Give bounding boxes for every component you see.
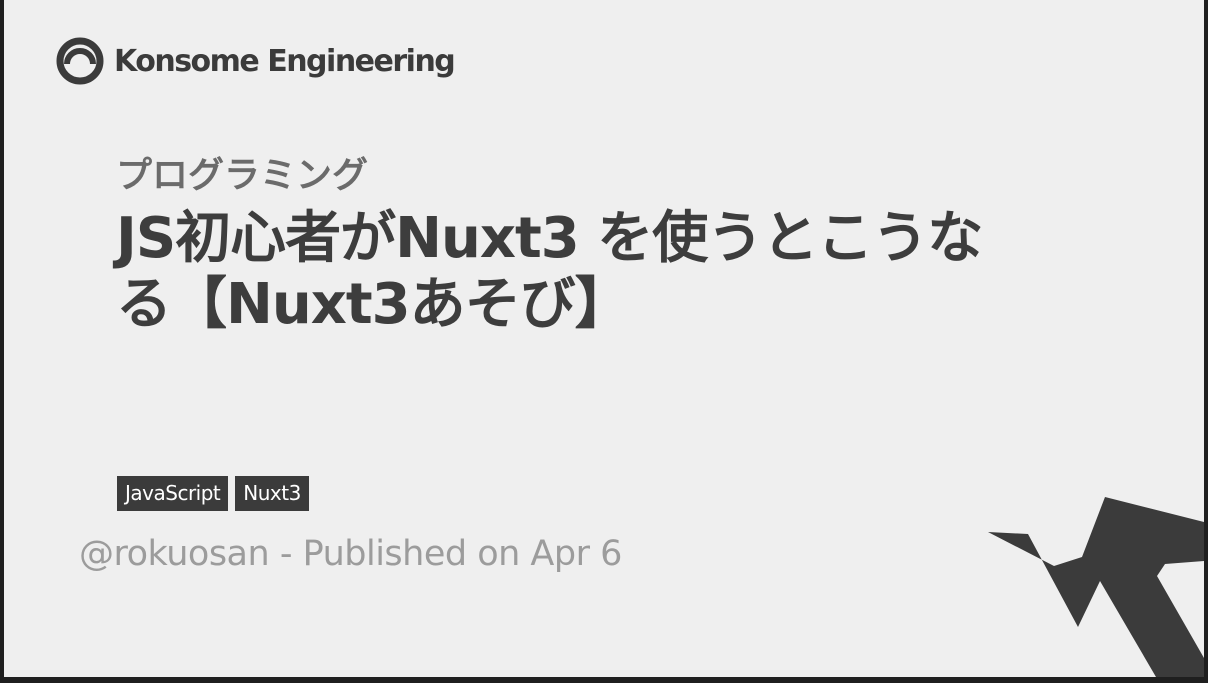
tag-nuxt3[interactable]: Nuxt3 [235, 476, 309, 511]
published-date: Published on Apr 6 [302, 534, 623, 574]
tag-javascript[interactable]: JavaScript [117, 476, 229, 511]
tag-list: JavaScript Nuxt3 [117, 476, 309, 511]
post-meta: @rokuosan - Published on Apr 6 [79, 530, 622, 578]
post-category: プログラミング [116, 155, 369, 196]
post-title: JS初心者がNuxt3 を使うとこうなる【Nuxt3あそび】 [116, 206, 983, 337]
author-handle: @rokuosan [79, 534, 270, 574]
konsome-logo-icon [56, 37, 104, 85]
brand: Konsome Engineering [56, 36, 456, 86]
meta-separator: - [269, 534, 303, 574]
og-card: Konsome Engineering プログラミング JS初心者がNuxt3 … [4, 0, 1204, 677]
brand-name: Konsome Engineering [114, 43, 456, 79]
